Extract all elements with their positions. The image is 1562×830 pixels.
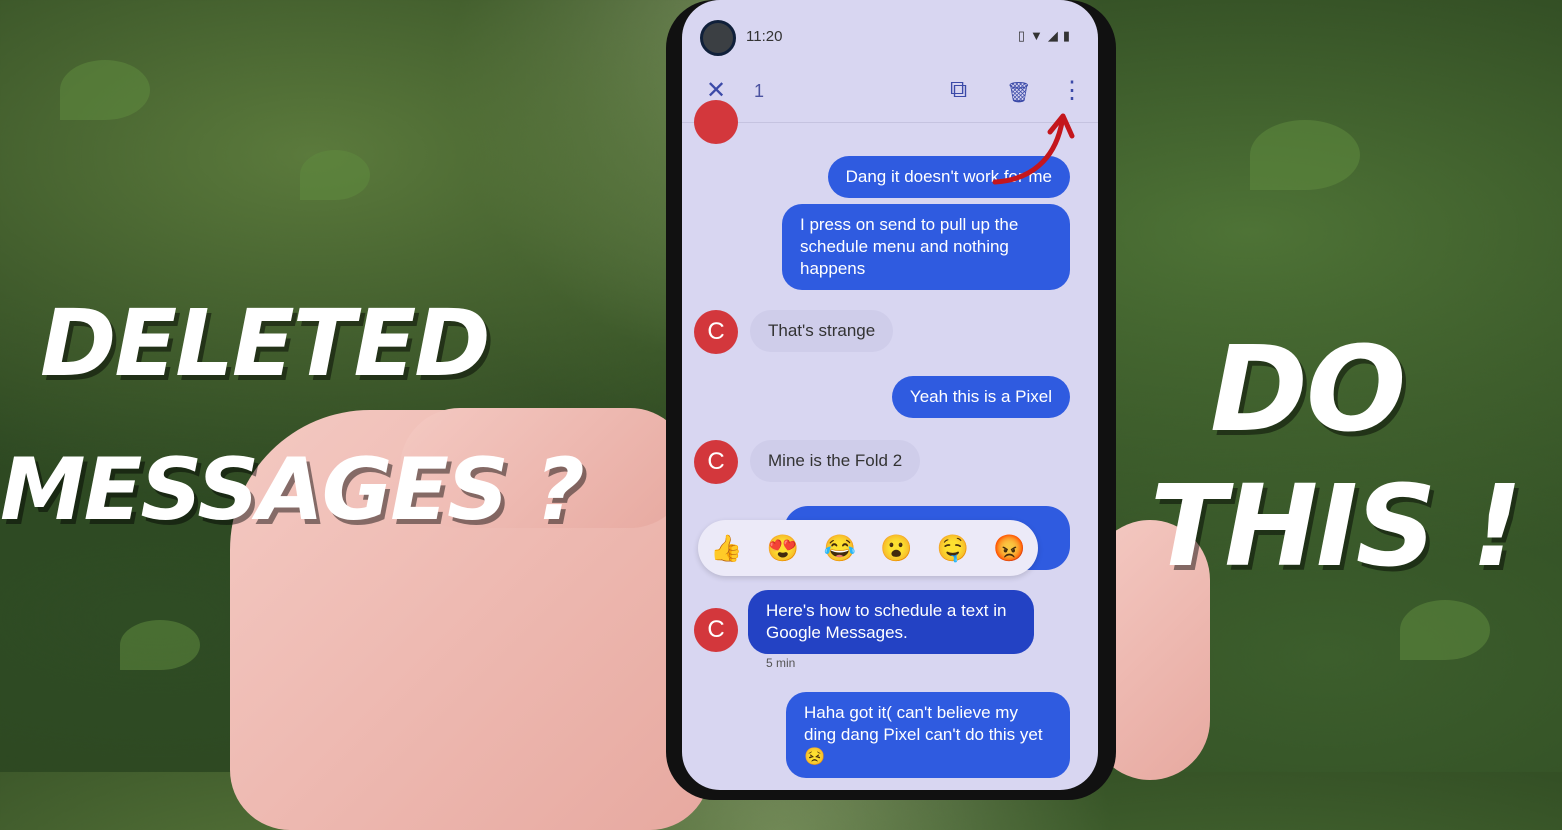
status-bar: 11:20 ▯ ▼ ◢ ▮	[682, 18, 1098, 58]
selected-count: 1	[754, 81, 765, 101]
reaction-thumbs-up[interactable]: 👍	[710, 533, 742, 564]
foliage	[300, 150, 370, 200]
front-camera	[700, 20, 736, 56]
message-bubble[interactable]: I press on send to pull up the schedule …	[782, 204, 1070, 290]
vibrate-icon: ▯	[1017, 28, 1025, 43]
avatar: C	[694, 608, 738, 652]
avatar: C	[694, 440, 738, 484]
reaction-laugh[interactable]: 😂	[823, 533, 855, 564]
overlay-title-deleted: DELETED	[40, 290, 491, 397]
selected-message-bubble[interactable]: Here's how to schedule a text in Google …	[748, 590, 1034, 654]
message-bubble[interactable]: That's strange	[750, 310, 894, 352]
reaction-picker: 👍 😍 😂 😮 🤤 😡	[698, 520, 1038, 576]
delete-icon[interactable]: 🗑	[1006, 80, 1031, 105]
overlay-title-this: THIS !	[1150, 462, 1523, 592]
copy-icon[interactable]: ⧉	[950, 76, 967, 104]
overlay-title-do: DO	[1210, 320, 1406, 458]
message-bubble[interactable]: Yeah this is a Pixel	[891, 376, 1070, 418]
reaction-drool[interactable]: 🤤	[937, 533, 969, 564]
reaction-heart-eyes[interactable]: 😍	[767, 533, 799, 564]
battery-icon: ▮	[1062, 28, 1070, 43]
more-options-icon[interactable]: ⋮	[1060, 76, 1084, 105]
message-bubble[interactable]: Haha got it( can't believe my ding dang …	[786, 692, 1070, 778]
foliage	[120, 620, 200, 670]
message-bubble[interactable]: Mine is the Fold 2	[750, 440, 921, 482]
foliage	[1250, 120, 1360, 190]
reaction-surprised[interactable]: 😮	[880, 533, 912, 564]
overlay-title-messages: MESSAGES ?	[0, 440, 585, 540]
foliage	[60, 60, 150, 120]
signal-icon: ◢	[1047, 28, 1058, 43]
reaction-angry[interactable]: 😡	[993, 533, 1025, 564]
message-timestamp: 5 min	[766, 656, 796, 670]
status-time: 11:20	[746, 28, 783, 45]
red-arrow-annotation	[992, 113, 1075, 185]
system-icons: ▯ ▼ ◢ ▮	[1018, 28, 1070, 44]
avatar	[694, 100, 738, 144]
wifi-icon: ▼	[1029, 28, 1043, 43]
foliage	[1400, 600, 1490, 660]
avatar: C	[694, 310, 738, 354]
